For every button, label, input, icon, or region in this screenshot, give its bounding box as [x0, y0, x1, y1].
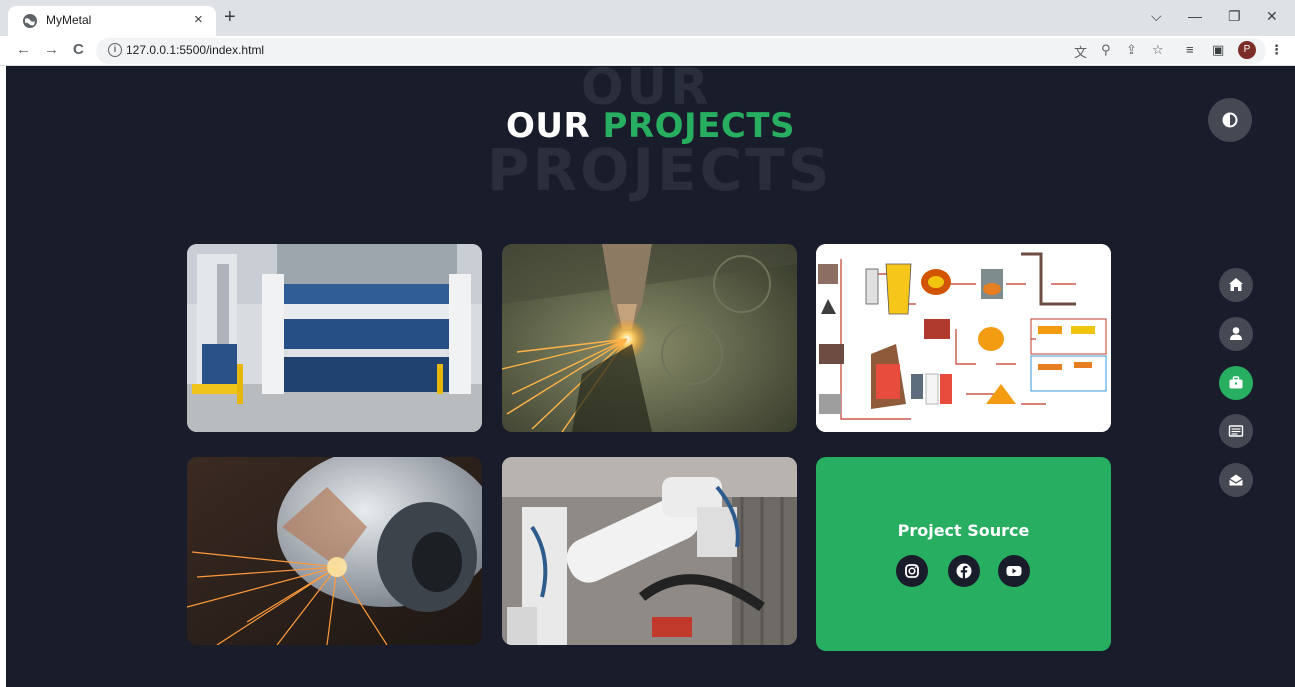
restore-button[interactable]: ❐	[1228, 8, 1241, 25]
url-text[interactable]: 127.0.0.1:5500/index.html	[126, 43, 264, 57]
projects-section: OUR PROJECTS OUR PROJECTS Project Source	[6, 66, 1295, 687]
kebab-menu-icon[interactable]: ⋮	[1270, 42, 1283, 58]
envelope-icon	[1229, 474, 1243, 486]
steelmaking-diagram-image	[816, 244, 1111, 432]
project-card-grinding[interactable]	[187, 457, 482, 645]
tab-search-button[interactable]: ⌵	[1151, 8, 1162, 25]
project-card-steelmaking-diagram[interactable]	[816, 244, 1111, 432]
browser-tab[interactable]: MyMetal ×	[8, 6, 216, 36]
title-word-projects: PROJECTS	[602, 106, 796, 146]
minimize-button[interactable]: —	[1188, 8, 1202, 24]
youtube-icon[interactable]	[998, 555, 1030, 587]
section-title: OUR PROJECTS	[6, 106, 1295, 146]
newspaper-icon	[1228, 425, 1244, 437]
project-source-card: Project Source	[816, 457, 1111, 651]
browser-toolbar: ← → C i 127.0.0.1:5500/index.html 文 ⚲ ⇪ …	[0, 36, 1295, 66]
nav-projects-button[interactable]	[1219, 366, 1253, 400]
project-card-press-brake[interactable]	[187, 244, 482, 432]
new-tab-button[interactable]: +	[224, 7, 236, 27]
project-card-laser-cutting[interactable]	[502, 244, 797, 432]
laser-cutting-image	[502, 244, 797, 432]
profile-avatar[interactable]: P	[1238, 41, 1256, 59]
back-button[interactable]: ←	[16, 41, 31, 58]
nav-home-button[interactable]	[1219, 268, 1253, 302]
press-brake-image	[187, 244, 482, 432]
zoom-icon[interactable]: ⚲	[1101, 42, 1111, 58]
address-bar[interactable]: i 127.0.0.1:5500/index.html 文 ⚲ ⇪ ☆	[96, 38, 1266, 64]
reading-list-icon[interactable]: ≡	[1186, 42, 1194, 57]
home-icon	[1229, 278, 1243, 291]
contrast-icon	[1222, 112, 1238, 128]
instagram-icon[interactable]	[896, 555, 928, 587]
share-icon[interactable]: ⇪	[1126, 42, 1137, 58]
tab-title: MyMetal	[46, 13, 92, 27]
facebook-icon[interactable]	[948, 555, 980, 587]
info-icon[interactable]: i	[108, 43, 122, 57]
briefcase-icon	[1229, 376, 1243, 389]
tab-strip: MyMetal × + ⌵ — ❐ ✕	[0, 0, 1295, 36]
grinding-image	[187, 457, 482, 645]
user-icon	[1230, 327, 1242, 340]
background-word-projects: PROJECTS	[487, 136, 833, 204]
nav-news-button[interactable]	[1219, 414, 1253, 448]
theme-toggle-button[interactable]	[1208, 98, 1252, 142]
globe-icon	[23, 14, 37, 28]
close-window-button[interactable]: ✕	[1266, 8, 1278, 25]
translate-icon[interactable]: 文	[1074, 42, 1087, 61]
star-icon[interactable]: ☆	[1152, 42, 1164, 58]
side-panel-icon[interactable]: ▣	[1212, 42, 1224, 58]
nav-contact-button[interactable]	[1219, 463, 1253, 497]
nav-about-button[interactable]	[1219, 317, 1253, 351]
tab-close-button[interactable]: ×	[194, 11, 203, 28]
project-card-robot-arm[interactable]	[502, 457, 797, 645]
robot-arm-image	[502, 457, 797, 645]
project-source-title: Project Source	[897, 521, 1030, 540]
forward-button[interactable]: →	[44, 41, 59, 58]
title-word-our: OUR	[505, 106, 591, 146]
reload-button[interactable]: C	[73, 41, 84, 58]
